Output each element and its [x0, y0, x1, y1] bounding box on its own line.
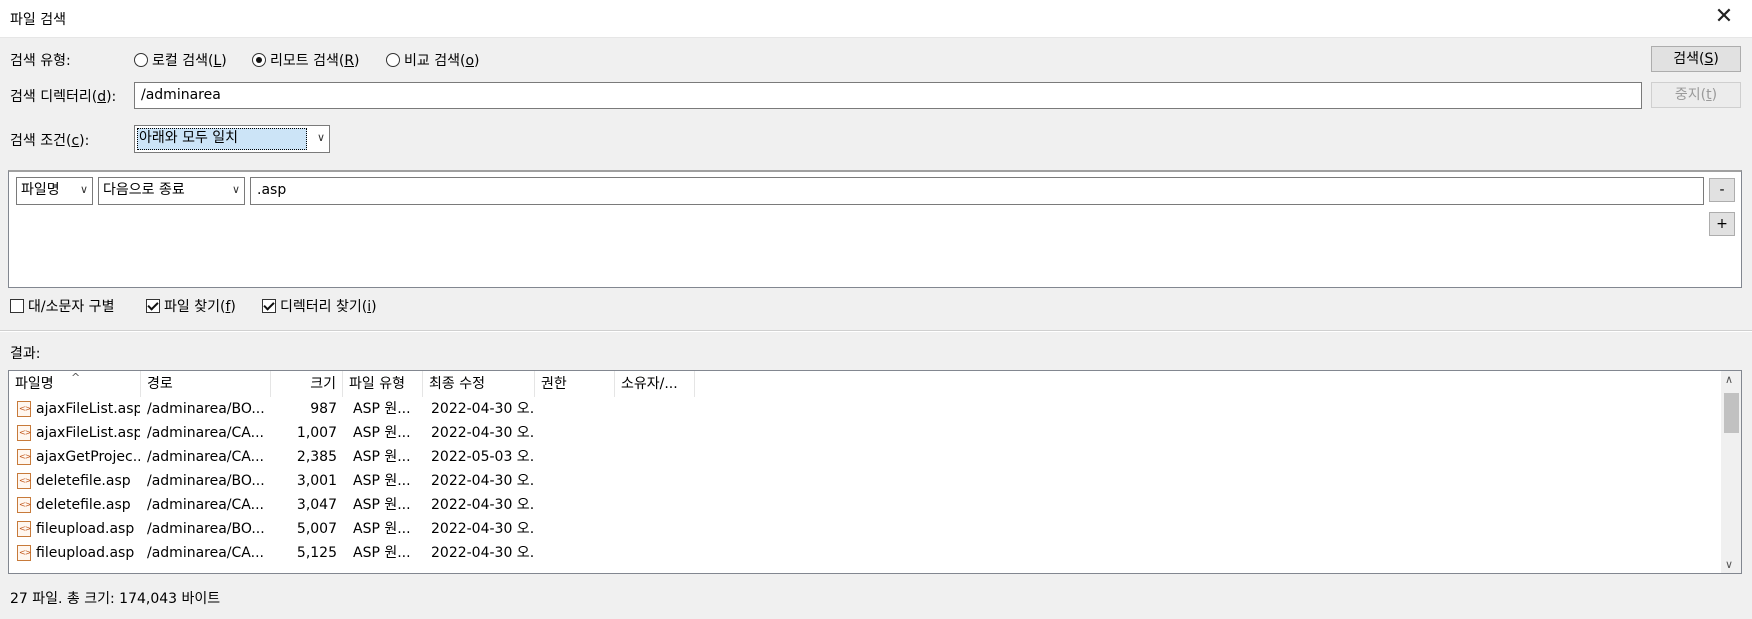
condition-panel: 파일명 ∨ 다음으로 종료 ∨ .asp - +: [8, 170, 1742, 288]
close-icon[interactable]: ✕: [1712, 5, 1736, 29]
cell-modified: 2022-04-30 오...: [431, 545, 535, 561]
search-button[interactable]: 검색(S): [1651, 46, 1741, 72]
search-cond-select[interactable]: 아래와 모두 일치 ∨: [134, 125, 330, 153]
cell-path: /adminarea/BO...: [147, 473, 265, 489]
find-dirs-checkbox[interactable]: 디렉터리 찾기(i): [262, 296, 377, 316]
scroll-up-icon[interactable]: ∧: [1725, 373, 1733, 386]
scrollbar-thumb[interactable]: [1724, 393, 1739, 433]
status-bar: 27 파일. 총 크기: 174,043 바이트: [0, 580, 1752, 619]
column-header-path[interactable]: 경로: [141, 371, 271, 397]
remove-condition-button[interactable]: -: [1709, 178, 1735, 202]
checkbox-indicator[interactable]: [146, 299, 160, 313]
cell-size: 5,125: [296, 545, 337, 561]
cell-type: ASP 원...: [353, 425, 411, 441]
status-text: 27 파일. 총 크기: 174,043 바이트: [10, 591, 221, 607]
cell-type: ASP 원...: [353, 497, 411, 513]
radio-local-search[interactable]: 로컬 검색(L): [134, 50, 227, 70]
table-row[interactable]: fileupload.asp /adminarea/BO... 5,007 AS…: [9, 517, 1723, 541]
cell-size: 2,385: [296, 449, 337, 465]
results-header: 파일명 ^ 경로 크기 파일 유형 최종 수정 권한 소유자/...: [9, 371, 1723, 397]
column-header-size[interactable]: 크기: [271, 371, 343, 397]
radio-local-indicator[interactable]: [134, 53, 148, 67]
cell-size: 1,007: [296, 425, 337, 441]
chevron-down-icon: ∨: [316, 131, 325, 144]
condition-value-input[interactable]: .asp: [250, 177, 1704, 205]
cell-path: /adminarea/BO...: [147, 521, 265, 537]
cell-modified: 2022-04-30 오...: [431, 497, 535, 513]
cell-type: ASP 원...: [353, 473, 411, 489]
cell-modified: 2022-04-30 오...: [431, 401, 535, 417]
window-title: 파일 검색: [10, 12, 66, 28]
table-row[interactable]: ajaxGetProjec... /adminarea/CA... 2,385 …: [9, 445, 1723, 469]
column-header-type[interactable]: 파일 유형: [343, 371, 423, 397]
case-sensitive-checkbox[interactable]: 대/소문자 구별: [10, 296, 114, 316]
cell-path: /adminarea/BO...: [147, 401, 265, 417]
cell-name: fileupload.asp: [36, 545, 135, 561]
cell-name: ajaxFileList.asp: [36, 425, 140, 441]
cell-path: /adminarea/CA...: [147, 425, 264, 441]
cell-size: 3,001: [296, 473, 337, 489]
column-header-permissions[interactable]: 권한: [535, 371, 615, 397]
cell-size: 5,007: [296, 521, 337, 537]
add-condition-button[interactable]: +: [1709, 212, 1735, 236]
asp-file-icon: [17, 425, 31, 441]
checkbox-indicator[interactable]: [262, 299, 276, 313]
cell-size: 987: [310, 401, 337, 417]
table-row[interactable]: ajaxFileList.asp /adminarea/CA... 1,007 …: [9, 421, 1723, 445]
cell-modified: 2022-04-30 오...: [431, 425, 535, 441]
cell-name: fileupload.asp: [36, 521, 135, 537]
results-list[interactable]: 파일명^ 경로 크기 파일 유형 최종 수정 권한 소유자/... ajaxFi…: [8, 370, 1742, 574]
cell-name: ajaxFileList.asp: [36, 401, 140, 417]
cell-type: ASP 원...: [353, 449, 411, 465]
divider: [0, 330, 1752, 332]
cell-type: ASP 원...: [353, 545, 411, 561]
search-dir-label: 검색 디렉터리(d):: [10, 89, 117, 105]
column-header-owner[interactable]: 소유자/...: [615, 371, 695, 397]
vertical-scrollbar[interactable]: ∧ ∨: [1721, 371, 1741, 573]
cell-type: ASP 원...: [353, 401, 411, 417]
radio-compare-indicator[interactable]: [386, 53, 400, 67]
cell-modified: 2022-04-30 오...: [431, 473, 535, 489]
cell-size: 3,047: [296, 497, 337, 513]
operator-select[interactable]: 다음으로 종료 ∨: [98, 177, 245, 205]
scroll-down-icon[interactable]: ∨: [1725, 558, 1733, 571]
cell-modified: 2022-04-30 오...: [431, 521, 535, 537]
checkbox-indicator[interactable]: [10, 299, 24, 313]
cell-type: ASP 원...: [353, 521, 411, 537]
chevron-down-icon: ∨: [79, 183, 88, 196]
sort-ascending-icon: ^: [71, 371, 81, 384]
cell-path: /adminarea/CA...: [147, 545, 264, 561]
stop-button[interactable]: 중지(t): [1651, 82, 1741, 108]
radio-remote-indicator[interactable]: [252, 53, 266, 67]
cell-name: deletefile.asp: [36, 497, 131, 513]
find-files-checkbox[interactable]: 파일 찾기(f): [146, 296, 236, 316]
table-row[interactable]: ajaxFileList.asp /adminarea/BO... 987 AS…: [9, 397, 1723, 421]
asp-file-icon: [17, 521, 31, 537]
search-type-label: 검색 유형:: [10, 53, 71, 69]
results-label: 결과:: [10, 346, 41, 362]
cell-path: /adminarea/CA...: [147, 449, 264, 465]
cell-modified: 2022-05-03 오...: [431, 449, 535, 465]
table-row[interactable]: deletefile.asp /adminarea/CA... 3,047 AS…: [9, 493, 1723, 517]
cell-name: deletefile.asp: [36, 473, 131, 489]
asp-file-icon: [17, 401, 31, 417]
search-dir-input[interactable]: /adminarea: [134, 82, 1642, 109]
column-header-modified[interactable]: 최종 수정: [423, 371, 535, 397]
radio-compare-search[interactable]: 비교 검색(o): [386, 50, 479, 70]
radio-remote-search[interactable]: 리모트 검색(R): [252, 50, 360, 70]
asp-file-icon: [17, 473, 31, 489]
table-row[interactable]: deletefile.asp /adminarea/BO... 3,001 AS…: [9, 469, 1723, 493]
table-row[interactable]: fileupload.asp /adminarea/CA... 5,125 AS…: [9, 541, 1723, 565]
cell-name: ajaxGetProjec...: [36, 449, 140, 465]
asp-file-icon: [17, 449, 31, 465]
cell-path: /adminarea/CA...: [147, 497, 264, 513]
field-select[interactable]: 파일명 ∨: [16, 177, 93, 205]
column-header-name[interactable]: 파일명 ^: [9, 371, 141, 397]
asp-file-icon: [17, 545, 31, 561]
asp-file-icon: [17, 497, 31, 513]
search-cond-label: 검색 조건(c):: [10, 133, 90, 149]
title-bar: 파일 검색 ✕: [0, 0, 1752, 38]
chevron-down-icon: ∨: [231, 183, 240, 196]
